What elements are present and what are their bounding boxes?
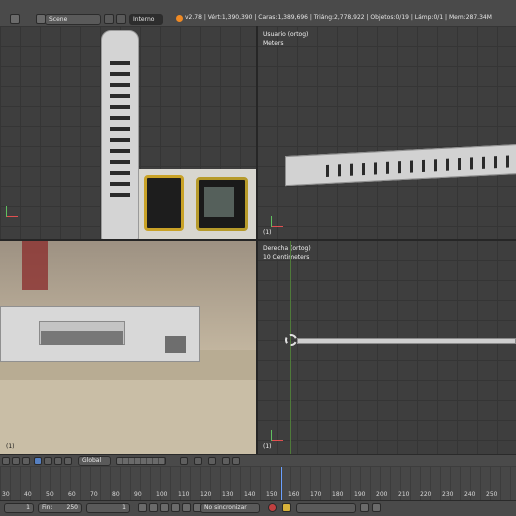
tick-label: 210 <box>398 491 410 498</box>
tick-label: 170 <box>310 491 322 498</box>
play-icon[interactable] <box>171 503 180 512</box>
translate-icon[interactable] <box>44 457 52 465</box>
add-scene-icon[interactable] <box>104 14 114 24</box>
viewport-top-left[interactable] <box>0 26 257 240</box>
tick-label: 80 <box>112 491 120 498</box>
end-frame-value: 250 <box>66 504 78 511</box>
end-frame-label: Fin: <box>42 504 53 511</box>
sync-mode-selector[interactable]: No sincronizar <box>200 503 260 513</box>
tick-label: 50 <box>46 491 54 498</box>
pivot-icon[interactable] <box>22 457 30 465</box>
3d-cursor-icon[interactable] <box>285 334 297 346</box>
render-preview-icon[interactable] <box>222 457 230 465</box>
tick-label: 100 <box>156 491 168 498</box>
jump-start-icon[interactable] <box>138 503 147 512</box>
area-divider-horizontal[interactable] <box>0 239 516 241</box>
tick-label: 150 <box>266 491 278 498</box>
viewport-bottom-right[interactable]: Derecha (ortog) 10 Centimeters (1) <box>257 240 516 454</box>
tick-label: 250 <box>486 491 498 498</box>
tick-label: 60 <box>68 491 76 498</box>
area-divider-vertical[interactable] <box>256 26 258 454</box>
keying-set-field[interactable] <box>296 503 356 513</box>
strap-model-ortho[interactable] <box>285 143 516 187</box>
reference-image <box>138 169 257 240</box>
snap-icon[interactable] <box>194 457 202 465</box>
tick-label: 110 <box>178 491 190 498</box>
manipulator-icon[interactable] <box>34 457 42 465</box>
rotate-icon[interactable] <box>54 457 62 465</box>
tick-label: 40 <box>24 491 32 498</box>
tick-label: 200 <box>376 491 388 498</box>
prev-keyframe-icon[interactable] <box>149 503 158 512</box>
orientation-selector[interactable]: Global <box>78 456 111 466</box>
tick-label: 190 <box>354 491 366 498</box>
start-frame-field[interactable]: 1 <box>4 503 34 513</box>
record-icon[interactable] <box>268 503 277 512</box>
frame-counter-left: (1) <box>6 443 15 450</box>
tick-label: 160 <box>288 491 300 498</box>
tick-label: 90 <box>134 491 142 498</box>
axis-y <box>290 240 291 454</box>
scene-stats: v2.78 | Vért:1,390,390 | Caras:1,389,696… <box>185 14 492 21</box>
next-keyframe-icon[interactable] <box>182 503 191 512</box>
frame-counter: (1) <box>263 229 272 236</box>
strap-model[interactable] <box>101 30 139 240</box>
viewport-bottom-left[interactable]: (1) <box>0 240 257 454</box>
scene-selector[interactable]: Scene <box>45 14 101 25</box>
view-units: Meters <box>263 40 284 47</box>
view-units-right: 10 Centimeters <box>263 254 310 261</box>
keying-set-icon[interactable] <box>282 503 291 512</box>
info-header: Scene Interno v2.78 | Vért:1,390,390 | C… <box>0 0 516 26</box>
tick-label: 120 <box>200 491 212 498</box>
insert-keyframe-icon[interactable] <box>360 503 369 512</box>
tick-label: 130 <box>222 491 234 498</box>
tick-label: 180 <box>332 491 344 498</box>
tick-label: 70 <box>90 491 98 498</box>
opengl-render-icon[interactable] <box>232 457 240 465</box>
blender-logo-icon <box>176 15 183 22</box>
snap-element-icon[interactable] <box>208 457 216 465</box>
strap-side-model[interactable] <box>0 306 200 362</box>
tick-label: 220 <box>420 491 432 498</box>
playhead[interactable] <box>281 467 282 501</box>
current-frame-field[interactable]: 1 <box>86 503 130 513</box>
editor-type-icon[interactable] <box>2 457 10 465</box>
delete-keyframe-icon[interactable] <box>372 503 381 512</box>
viewport-top-right[interactable]: Usuario (ortog) Meters (1) <box>257 26 516 240</box>
timeline[interactable] <box>0 467 516 501</box>
play-reverse-icon[interactable] <box>160 503 169 512</box>
tick-label: 230 <box>442 491 454 498</box>
scale-icon[interactable] <box>64 457 72 465</box>
render-engine-selector[interactable]: Interno <box>129 14 163 25</box>
delete-scene-icon[interactable] <box>116 14 126 24</box>
view3d-header: Global <box>0 454 516 466</box>
shading-icon[interactable] <box>12 457 20 465</box>
tick-label: 240 <box>464 491 476 498</box>
proportional-edit-icon[interactable] <box>180 457 188 465</box>
screen-layout-icon[interactable] <box>10 14 20 24</box>
view-name-right: Derecha (ortog) <box>263 245 311 252</box>
frame-counter-right: (1) <box>263 443 272 450</box>
view-name: Usuario (ortog) <box>263 31 309 38</box>
end-frame-field[interactable]: Fin: 250 <box>38 503 82 513</box>
tick-label: 140 <box>244 491 256 498</box>
tick-label: 30 <box>2 491 10 498</box>
layer-buttons[interactable] <box>116 457 166 465</box>
strap-profile[interactable] <box>297 338 516 344</box>
